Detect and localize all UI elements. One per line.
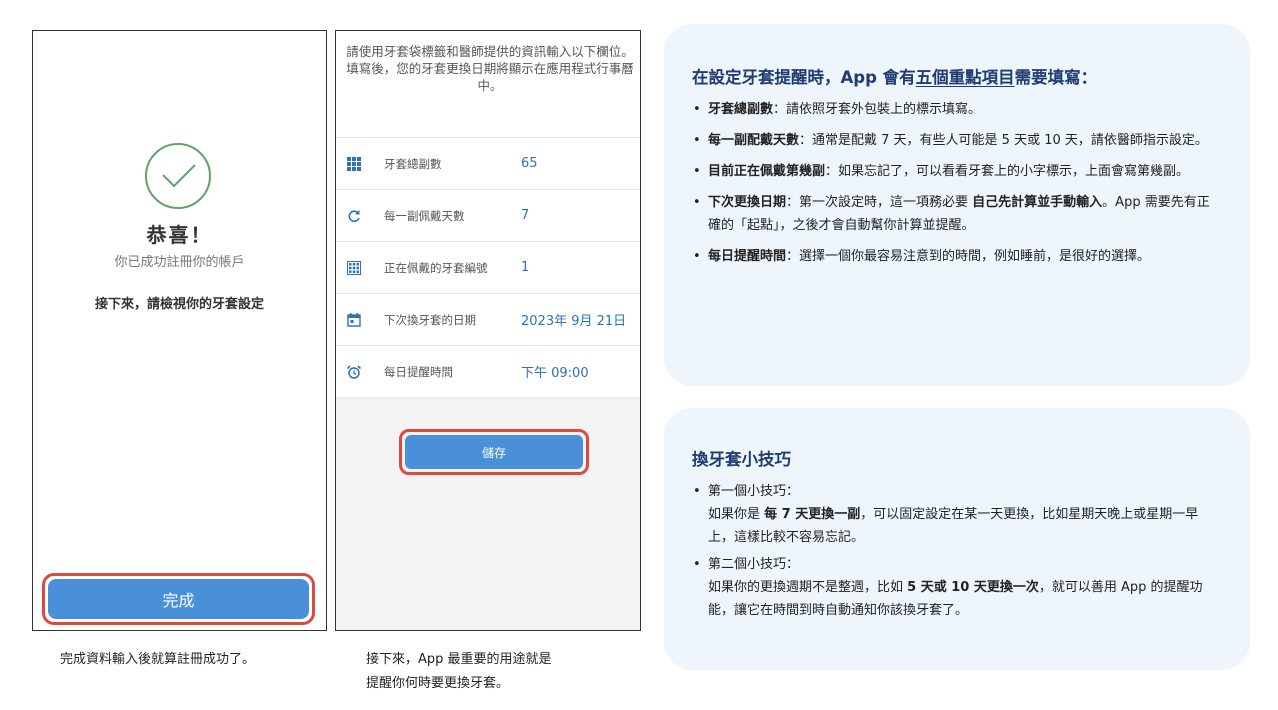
tip-heading: 第一個小技巧：	[708, 484, 800, 499]
row-value[interactable]: 65	[521, 156, 538, 171]
row-label: 每一副佩戴天數	[384, 208, 465, 223]
list-item: 目前正在佩戴第幾副：如果忘記了，可以看看牙套上的小字標示，上面會寫第幾副。	[693, 160, 1222, 183]
tip-emphasis: 每 7 天更換一副	[764, 507, 861, 522]
settings-intro: 請使用牙套袋標籤和醫師提供的資訊輸入以下欄位。填寫後，您的牙套更換日期將顯示在應…	[346, 44, 634, 93]
done-button-highlight[interactable]: 完成	[42, 573, 315, 625]
list-item: 每一副配戴天數：通常是配戴 7 天，有些人可能是 5 天或 10 天，請依醫師指…	[693, 129, 1222, 152]
row-label: 每日提醒時間	[384, 364, 453, 379]
item-emphasis: 自己先計算並手動輸入	[972, 195, 1103, 210]
done-button[interactable]: 完成	[48, 579, 309, 619]
save-button-highlight[interactable]: 儲存	[399, 429, 589, 475]
number-grid-icon	[347, 260, 361, 275]
list-item: 每日提醒時間：選擇一個你最容易注意到的時間，例如睡前，是很好的選擇。	[693, 245, 1222, 268]
item-text: ：請依照牙套外包裝上的標示填寫。	[773, 102, 982, 117]
row-value[interactable]: 1	[521, 260, 529, 275]
tip-list: 第一個小技巧： 如果你是 每 7 天更換一副，可以固定設定在某一天更換，比如星期…	[692, 480, 1222, 622]
row-label: 牙套總副數	[384, 156, 442, 171]
alarm-clock-icon	[346, 364, 362, 379]
title-text: 需要填寫：	[1014, 68, 1098, 87]
item-text: ：如果忘記了，可以看看牙套上的小字標示，上面會寫第幾副。	[825, 164, 1190, 179]
save-button[interactable]: 儲存	[405, 435, 583, 469]
list-item: 下次更換日期：第一次設定時，這一項務必要 自己先計算並手動輸入。App 需要先有…	[693, 191, 1222, 237]
item-text: ：選擇一個你最容易注意到的時間，例如睡前，是很好的選擇。	[786, 249, 1151, 264]
row-value[interactable]: 7	[521, 208, 529, 223]
key-item-list: 牙套總副數：請依照牙套外包裝上的標示填寫。 每一副配戴天數：通常是配戴 7 天，…	[692, 98, 1222, 268]
title-text: 在設定牙套提醒時，App 會有	[692, 68, 916, 87]
congrats-heading: 恭喜！	[146, 223, 213, 247]
list-item: 第二個小技巧： 如果你的更換週期不是整週，比如 5 天或 10 天更換一次，就可…	[693, 553, 1222, 622]
item-text: ：通常是配戴 7 天，有些人可能是 5 天或 10 天，請依醫師指示設定。	[799, 133, 1208, 148]
refresh-icon	[347, 209, 361, 223]
card-title: 在設定牙套提醒時，App 會有五個重點項目需要填寫：	[692, 64, 1222, 88]
settings-row-reminder-time[interactable]: 每日提醒時間 下午 09:00	[336, 345, 640, 397]
caption-registration: 完成資料輸入後就算註冊成功了。	[60, 652, 256, 667]
item-text: ：第一次設定時，這一項務必要	[786, 195, 973, 210]
item-heading: 牙套總副數	[708, 102, 774, 117]
item-heading: 每日提醒時間	[708, 249, 787, 264]
grid-icon	[347, 156, 361, 171]
registered-message: 你已成功註冊你的帳戶	[114, 255, 245, 270]
tip-emphasis: 5 天或 10 天更換一次	[907, 580, 1039, 595]
row-label: 正在佩戴的牙套編號	[384, 260, 488, 275]
settings-row-days-per-aligner[interactable]: 每一副佩戴天數 7	[336, 189, 640, 241]
check-icon	[145, 143, 211, 209]
list-item: 第一個小技巧： 如果你是 每 7 天更換一副，可以固定設定在某一天更換，比如星期…	[693, 480, 1222, 549]
list-item: 牙套總副數：請依照牙套外包裝上的標示填寫。	[693, 98, 1222, 121]
phone-screen-aligner-settings: 請使用牙套袋標籤和醫師提供的資訊輸入以下欄位。填寫後，您的牙套更換日期將顯示在應…	[335, 30, 641, 631]
row-value[interactable]: 2023年 9月 21日	[521, 310, 626, 329]
settings-list: 牙套總副數 65 每一副佩戴天數 7 正在佩戴的牙套編號 1 下次換牙套的日期 …	[336, 137, 640, 397]
caption-line: 接下來，App 最重要的用途就是	[366, 652, 552, 667]
phone-screen-success: 恭喜！ 你已成功註冊你的帳戶 接下來，請檢視你的牙套設定 完成	[32, 30, 327, 631]
item-heading: 目前正在佩戴第幾副	[708, 164, 826, 179]
tip-heading: 第二個小技巧：	[708, 557, 800, 572]
settings-row-total-aligners[interactable]: 牙套總副數 65	[336, 137, 640, 189]
settings-row-current-aligner[interactable]: 正在佩戴的牙套編號 1	[336, 241, 640, 293]
caption-reminder: 接下來，App 最重要的用途就是 提醒你何時要更換牙套。	[366, 648, 626, 696]
row-label: 下次換牙套的日期	[384, 312, 476, 327]
card-title: 換牙套小技巧	[692, 450, 791, 469]
item-heading: 每一副配戴天數	[708, 133, 800, 148]
settings-row-next-change-date[interactable]: 下次換牙套的日期 2023年 9月 21日	[336, 293, 640, 345]
calendar-icon	[347, 312, 361, 327]
next-step-text: 接下來，請檢視你的牙套設定	[94, 297, 264, 312]
tip-body: 如果你的更換週期不是整週，比如 5 天或 10 天更換一次，就可以善用 App …	[708, 576, 1222, 622]
tip-text: 如果你的更換週期不是整週，比如	[708, 580, 908, 595]
title-underlined: 五個重點項目	[915, 68, 1015, 87]
tip-text: 如果你是	[708, 507, 765, 522]
item-heading: 下次更換日期	[708, 195, 787, 210]
tip-body: 如果你是 每 7 天更換一副，可以固定設定在某一天更換，比如星期天晚上或星期一早…	[708, 503, 1222, 549]
info-card-tips: 換牙套小技巧 第一個小技巧： 如果你是 每 7 天更換一副，可以固定設定在某一天…	[664, 408, 1250, 670]
caption-line: 提醒你何時要更換牙套。	[366, 676, 510, 691]
info-card-key-items: 在設定牙套提醒時，App 會有五個重點項目需要填寫： 牙套總副數：請依照牙套外包…	[664, 24, 1250, 386]
row-value[interactable]: 下午 09:00	[521, 362, 589, 381]
